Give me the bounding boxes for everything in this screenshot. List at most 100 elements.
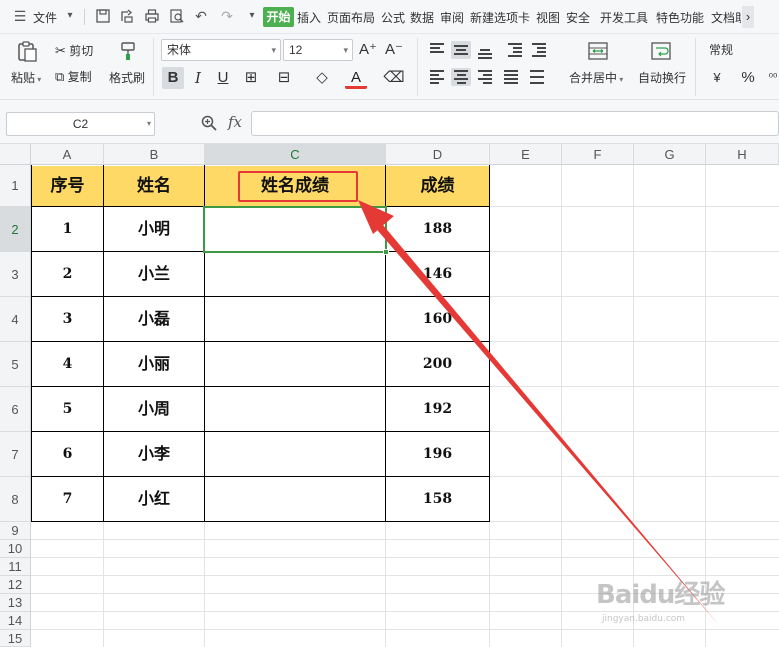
spreadsheet-grid[interactable]: A B C D E F G H 1 2 3 4 5 6 7 8 9 10 11 …: [0, 144, 779, 647]
borders-button[interactable]: ⊞: [240, 67, 262, 89]
row-header-8[interactable]: 8: [0, 477, 31, 522]
distribute-button[interactable]: [527, 68, 547, 86]
align-middle-button[interactable]: [451, 41, 471, 59]
wrap-text-icon[interactable]: [650, 40, 672, 62]
copy-button[interactable]: ⧉ 复制: [55, 68, 92, 85]
hamburger-menu-icon[interactable]: ☰: [12, 8, 28, 24]
increase-font-size-button[interactable]: A⁺: [357, 39, 379, 61]
column-header-d[interactable]: D: [386, 144, 490, 165]
clear-format-button[interactable]: ⌫: [383, 67, 405, 89]
cut-button[interactable]: ✂ 剪切: [55, 42, 93, 59]
increase-indent-button[interactable]: [529, 41, 549, 59]
thousands-separator-button[interactable]: ⁰⁰: [762, 67, 779, 89]
underline-button[interactable]: U: [212, 67, 234, 89]
fill-handle[interactable]: [383, 249, 389, 255]
merge-center-icon[interactable]: [587, 40, 609, 62]
column-header-g[interactable]: G: [634, 144, 706, 165]
row-header-13[interactable]: 13: [0, 594, 31, 612]
column-header-e[interactable]: E: [490, 144, 562, 165]
align-left-button[interactable]: [427, 68, 447, 86]
tab-page-layout[interactable]: 页面布局: [327, 9, 375, 26]
italic-button[interactable]: I: [187, 67, 209, 89]
align-center-button[interactable]: [451, 68, 471, 86]
cell-c5[interactable]: [205, 342, 385, 386]
undo-icon[interactable]: ↶: [193, 8, 209, 24]
decrease-font-size-button[interactable]: A⁻: [383, 39, 405, 61]
cell-d2[interactable]: 188: [386, 207, 489, 251]
cell-a4[interactable]: 3: [32, 297, 103, 341]
format-painter-icon[interactable]: [117, 40, 139, 62]
cell-a7[interactable]: 6: [32, 432, 103, 476]
cell-a2[interactable]: 1: [32, 207, 103, 251]
paste-button[interactable]: 粘贴 ▾: [11, 69, 41, 86]
formula-input[interactable]: [251, 111, 779, 136]
cell-a5[interactable]: 4: [32, 342, 103, 386]
tab-view[interactable]: 视图: [536, 9, 560, 26]
export-icon[interactable]: [119, 8, 135, 24]
bold-button[interactable]: B: [162, 67, 184, 89]
font-name-select[interactable]: 宋体 ▾: [161, 39, 281, 61]
row-header-2[interactable]: 2: [0, 207, 31, 252]
chevron-down-icon[interactable]: ▾: [62, 8, 78, 24]
cell-b8[interactable]: 小红: [104, 477, 204, 521]
align-top-button[interactable]: [427, 41, 447, 59]
row-header-6[interactable]: 6: [0, 387, 31, 432]
cell-c3[interactable]: [205, 252, 385, 296]
font-color-button[interactable]: A: [345, 67, 367, 89]
quick-access-dropdown-icon[interactable]: ▾: [244, 8, 260, 24]
tab-data[interactable]: 数据: [410, 9, 434, 26]
row-header-9[interactable]: 9: [0, 522, 31, 540]
cell-a6[interactable]: 5: [32, 387, 103, 431]
row-header-14[interactable]: 14: [0, 612, 31, 630]
row-header-15[interactable]: 15: [0, 630, 31, 647]
cell-d6[interactable]: 192: [386, 387, 489, 431]
insert-function-button[interactable]: fx: [228, 113, 242, 131]
select-all-corner[interactable]: [0, 144, 31, 165]
number-format-select[interactable]: 常规: [703, 39, 779, 61]
decrease-indent-button[interactable]: [505, 41, 525, 59]
column-header-h[interactable]: H: [706, 144, 779, 165]
cell-c6[interactable]: [205, 387, 385, 431]
row-header-12[interactable]: 12: [0, 576, 31, 594]
column-header-b[interactable]: B: [104, 144, 205, 165]
justify-button[interactable]: [501, 68, 521, 86]
cell-d7[interactable]: 196: [386, 432, 489, 476]
tab-special-features[interactable]: 特色功能: [656, 9, 704, 26]
tab-insert[interactable]: 插入: [297, 9, 321, 26]
row-header-3[interactable]: 3: [0, 252, 31, 297]
active-cell-selection[interactable]: [203, 206, 387, 253]
tab-formulas[interactable]: 公式: [381, 9, 405, 26]
wrap-text-button[interactable]: 自动换行: [638, 69, 686, 86]
tab-developer[interactable]: 开发工具: [600, 9, 648, 26]
column-header-c[interactable]: C: [205, 144, 386, 165]
cell-b2[interactable]: 小明: [104, 207, 204, 251]
cell-c7[interactable]: [205, 432, 385, 476]
save-icon[interactable]: [95, 8, 111, 24]
format-painter-label[interactable]: 格式刷: [109, 69, 145, 86]
redo-icon[interactable]: ↷: [219, 8, 235, 24]
name-box[interactable]: C2 ▾: [6, 112, 155, 136]
zoom-icon[interactable]: [200, 114, 218, 132]
tab-doc-assistant[interactable]: 文档助: [711, 9, 741, 26]
percent-button[interactable]: %: [737, 67, 759, 89]
align-right-button[interactable]: [475, 68, 495, 86]
cell-b4[interactable]: 小磊: [104, 297, 204, 341]
cell-c4[interactable]: [205, 297, 385, 341]
cell-c8[interactable]: [205, 477, 385, 521]
align-bottom-button[interactable]: [475, 41, 495, 59]
row-header-1[interactable]: 1: [0, 165, 31, 207]
fill-color-button[interactable]: ◇: [311, 67, 333, 89]
cell-d8[interactable]: 158: [386, 477, 489, 521]
print-icon[interactable]: [144, 8, 160, 24]
row-header-4[interactable]: 4: [0, 297, 31, 342]
print-preview-icon[interactable]: [169, 8, 185, 24]
cell-a8[interactable]: 7: [32, 477, 103, 521]
cell-b3[interactable]: 小兰: [104, 252, 204, 296]
column-header-a[interactable]: A: [31, 144, 104, 165]
cell-d3[interactable]: 146: [386, 252, 489, 296]
cell-d4[interactable]: 160: [386, 297, 489, 341]
merge-center-button[interactable]: 合并居中 ▾: [569, 69, 623, 86]
file-menu[interactable]: 文件: [33, 9, 57, 26]
tabs-scroll-right-button[interactable]: ›: [742, 6, 754, 28]
row-header-10[interactable]: 10: [0, 540, 31, 558]
